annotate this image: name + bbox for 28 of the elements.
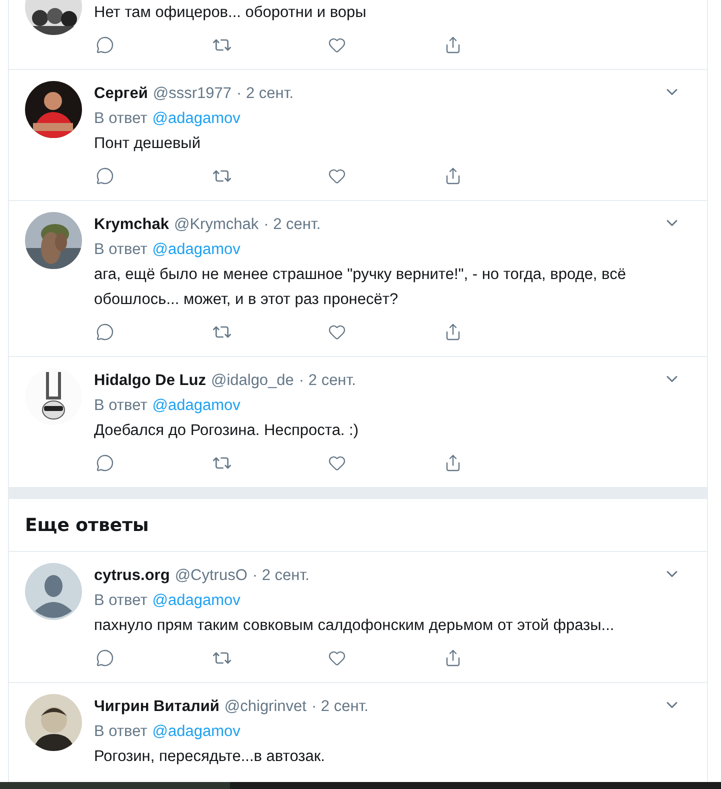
tweet-text: ага, ещё было не менее страшное "ручку верните!", - но тогда, вроде, всё обошлось... может, и в этот раз пронесёт?: [94, 265, 627, 310]
author-handle: @chigrinvet: [224, 697, 306, 717]
tweet-date: · 2 сент.: [311, 697, 368, 717]
author-name[interactable]: Чигрин Виталий: [94, 694, 220, 719]
author-name[interactable]: Krymchak: [94, 212, 169, 237]
tweet-date: · 2 сент.: [298, 371, 356, 391]
tweet-text: Рогозин, пересядьте...в автозак.: [94, 747, 326, 767]
author-name[interactable]: cytrus.org: [94, 563, 170, 588]
author-name[interactable]: Сергей: [94, 81, 148, 106]
reply-label: В ответ: [94, 240, 148, 260]
tweet-text: Нет там офицеров... оборотни и воры: [94, 3, 368, 23]
tweet-text: пахнуло прям таким совковым салдофонским дерьмом от этой фразы...: [94, 616, 616, 636]
reply-label: В ответ: [94, 591, 148, 611]
tweet-date: · 2 сент.: [252, 566, 310, 586]
author-handle: @CytrusO: [174, 566, 248, 586]
reply-label: В ответ: [94, 396, 148, 416]
reply-label: В ответ: [94, 109, 148, 129]
section-heading: Еще ответы: [9, 499, 707, 552]
tweet-date: · 2 сент.: [264, 215, 321, 235]
tweet-text: Понт дешевый: [94, 134, 202, 154]
author-handle: @idalgo_de: [210, 371, 294, 391]
author-name[interactable]: Hidalgo De Luz: [94, 368, 206, 393]
tweet-text: Доебался до Рогозина. Неспроста. :): [94, 421, 360, 441]
author-handle: @Krymchak: [174, 215, 259, 235]
author-handle: @sssr1977: [152, 84, 232, 104]
tweet-date: · 2 сент.: [236, 84, 294, 104]
reply-label: В ответ: [94, 722, 148, 742]
avatar-icon: [25, 563, 82, 620]
